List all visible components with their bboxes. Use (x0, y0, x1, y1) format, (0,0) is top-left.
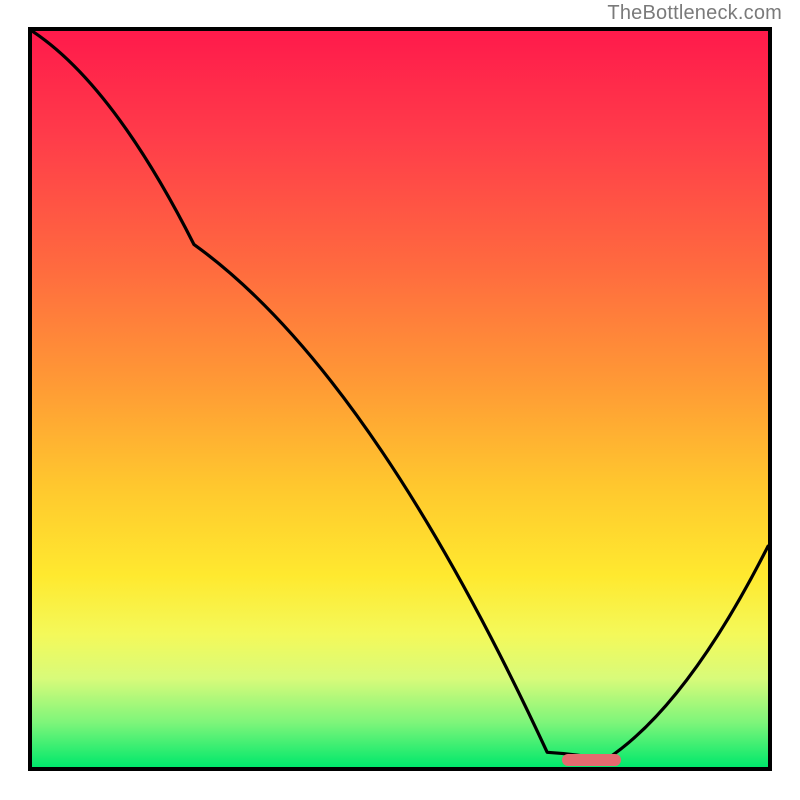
bottleneck-curve (32, 31, 768, 767)
optimal-range-marker (562, 754, 621, 766)
bottleneck-curve-path (32, 31, 768, 760)
watermark-text: TheBottleneck.com (607, 2, 782, 25)
chart-frame (28, 27, 772, 771)
